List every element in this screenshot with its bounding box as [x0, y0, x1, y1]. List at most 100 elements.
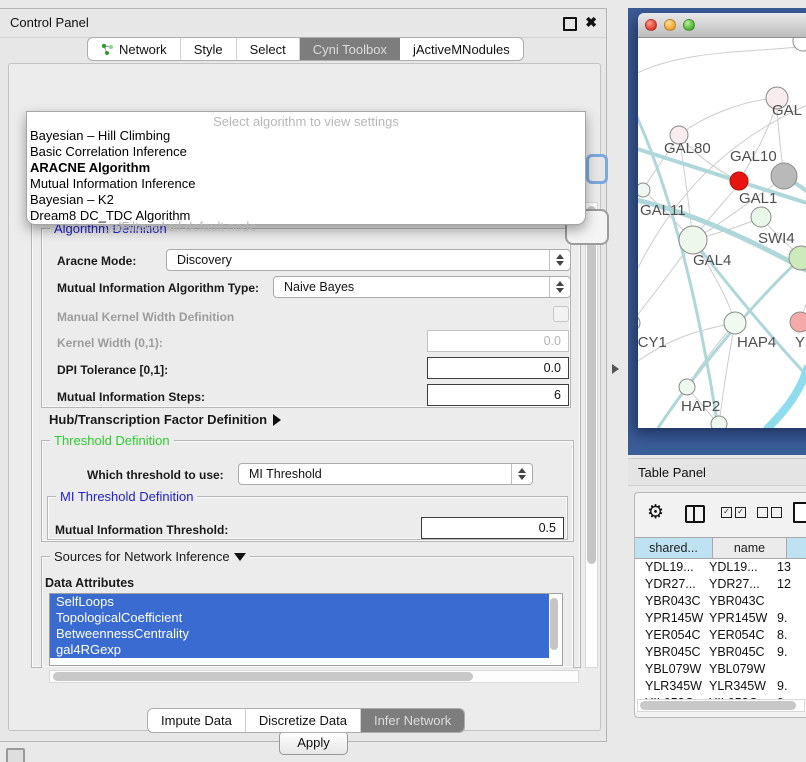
cell [771, 661, 806, 678]
algorithm-option-bayesian-k2[interactable]: Bayesian – K2 [30, 192, 114, 208]
node-hap4[interactable] [724, 312, 746, 334]
mi-steps-input[interactable]: 6 [427, 384, 569, 406]
which-threshold-select[interactable]: MI Threshold [238, 463, 533, 485]
hub-definition-label: Hub/Transcription Factor Definition [49, 412, 267, 427]
node-gal11[interactable] [638, 183, 650, 197]
mi-threshold-value: 0.5 [539, 521, 556, 535]
table-row[interactable]: YLR345W YLR345W 9. [635, 678, 806, 695]
column-header-third[interactable]: A [787, 538, 806, 558]
table-row[interactable]: YBL079W YBL079W [635, 661, 806, 678]
tab-style[interactable]: Style [181, 38, 237, 60]
tab-network-label: Network [119, 42, 167, 57]
cell: 8. [771, 627, 806, 644]
cell: YPR145W [635, 610, 703, 627]
attributes-list-scrollbar[interactable] [549, 595, 561, 665]
node-selected-red[interactable] [730, 172, 748, 190]
algorithm-dropdown-popup: Select algorithm to view settings Bayesi… [26, 111, 586, 225]
settings-vertical-scrollbar[interactable] [585, 202, 598, 668]
node-bottom[interactable] [711, 416, 727, 428]
list-item[interactable]: SelfLoops [50, 594, 549, 610]
tab-jactivemnodules[interactable]: jActiveMNodules [400, 38, 523, 60]
table-panel-header[interactable]: Table Panel [628, 458, 806, 486]
node-gal1[interactable] [751, 207, 771, 227]
aracne-mode-label: Aracne Mode: [57, 254, 136, 268]
cell: 9. [771, 610, 806, 627]
tab-impute-data-label: Impute Data [161, 713, 232, 728]
tab-network[interactable]: Network [88, 38, 181, 60]
apply-button[interactable]: Apply [279, 731, 348, 755]
data-attributes-list[interactable]: SelfLoops TopologicalCoefficient Between… [49, 593, 563, 666]
cell: YBL079W [703, 661, 771, 678]
close-icon[interactable]: ✖ [585, 14, 597, 31]
node-label: GAL11 [640, 202, 686, 219]
stepper-icon [549, 250, 570, 270]
algorithm-option-basic-correlation[interactable]: Basic Correlation Inference [30, 144, 187, 160]
deselect-all-icon[interactable] [757, 507, 782, 518]
cell: YBL079W [635, 661, 703, 678]
minimize-traffic-light-icon[interactable] [664, 19, 676, 31]
mi-steps-label: Mutual Information Steps: [57, 390, 205, 404]
manual-kernel-width-checkbox[interactable] [553, 306, 569, 322]
hub-definition-toggle[interactable]: Hub/Transcription Factor Definition [49, 412, 281, 427]
tab-discretize-data[interactable]: Discretize Data [246, 709, 361, 732]
algorithm-option-mutual-information[interactable]: Mutual Information Inference [30, 176, 195, 192]
table-row[interactable]: YBR045C YBR045C 9. [635, 644, 806, 661]
float-window-icon[interactable] [563, 17, 577, 31]
aracne-mode-value: Discovery [177, 253, 232, 267]
list-item[interactable]: gal4RGexp [50, 642, 549, 658]
tab-select[interactable]: Select [237, 38, 300, 60]
tab-infer-network[interactable]: Infer Network [361, 709, 464, 732]
node-gal4[interactable] [679, 226, 707, 254]
list-item[interactable]: BetweennessCentrality [50, 626, 549, 642]
sources-group-title[interactable]: Sources for Network Inference [50, 549, 250, 564]
table-row[interactable]: YDR27... YDR27... 12 [635, 576, 806, 593]
algorithm-option-bayesian-hill-climbing[interactable]: Bayesian – Hill Climbing [30, 128, 170, 144]
table-row[interactable]: YDL19... YDL19... 13 [635, 559, 806, 576]
select-all-icon[interactable]: ✓✓ [721, 507, 746, 518]
data-attributes-label: Data Attributes [45, 576, 134, 590]
table-row[interactable]: YBR043C YBR043C [635, 593, 806, 610]
algorithm-select-stepper-fragment[interactable] [586, 154, 608, 184]
algorithm-option-aracne[interactable]: ARACNE Algorithm [30, 160, 150, 176]
tab-impute-data[interactable]: Impute Data [148, 709, 246, 732]
gear-icon[interactable]: ⚙ [647, 501, 664, 523]
node-unlabeled[interactable] [793, 38, 806, 51]
panel-splitter-arrow[interactable] [612, 364, 619, 374]
node-gal10[interactable] [771, 163, 797, 189]
node-gcy1[interactable] [638, 315, 640, 331]
network-window-titlebar[interactable] [638, 13, 806, 38]
settings-horizontal-scrollbar[interactable] [49, 670, 579, 683]
kernel-width-input[interactable]: 0.0 [427, 330, 569, 352]
tab-cyni-toolbox[interactable]: Cyni Toolbox [300, 38, 400, 60]
cell: 9. [771, 678, 806, 695]
network-desktop: GAL GAL80 GAL10 GAL1 GAL11 GAL4 SWI4 GCY… [628, 8, 806, 455]
aracne-mode-select[interactable]: Discovery [166, 249, 571, 271]
docked-panel-icon[interactable] [6, 748, 25, 762]
mi-threshold-label: Mutual Information Threshold: [55, 523, 228, 537]
new-table-icon[interactable] [793, 502, 806, 523]
mi-threshold-definition-title: MI Threshold Definition [56, 489, 197, 504]
zoom-traffic-light-icon[interactable] [683, 19, 695, 31]
kernel-width-value: 0.0 [544, 334, 561, 348]
cell: YBR043C [703, 593, 771, 610]
control-panel-window: Control Panel ✖ Network Style Select Cyn… [0, 8, 607, 742]
network-canvas[interactable]: GAL GAL80 GAL10 GAL1 GAL11 GAL4 SWI4 GCY… [638, 38, 806, 428]
control-panel-titlebar[interactable]: Control Panel ✖ [0, 9, 606, 38]
mi-algorithm-type-select[interactable]: Naive Bayes [273, 276, 571, 298]
mi-threshold-input[interactable]: 0.5 [421, 517, 564, 539]
node-y[interactable] [790, 312, 806, 332]
tab-jactivemnodules-label: jActiveMNodules [413, 42, 510, 57]
node-label: GCY1 [638, 334, 667, 351]
network-view-window[interactable]: GAL GAL80 GAL10 GAL1 GAL11 GAL4 SWI4 GCY… [638, 13, 806, 428]
node-hap2[interactable] [679, 379, 695, 395]
column-header-name[interactable]: name [713, 538, 787, 558]
table-row[interactable]: YER054C YER054C 8. [635, 627, 806, 644]
table-horizontal-scrollbar[interactable] [637, 699, 805, 712]
table-panel-body: ⚙ ✓✓ shared... name A YDL19... YDL19... … [634, 492, 806, 718]
table-row[interactable]: YPR145W YPR145W 9. [635, 610, 806, 627]
dpi-tolerance-input[interactable]: 0.0 [427, 357, 569, 379]
split-columns-icon[interactable] [685, 505, 705, 523]
column-header-shared[interactable]: shared... [635, 538, 713, 558]
close-traffic-light-icon[interactable] [645, 19, 657, 31]
list-item[interactable]: TopologicalCoefficient [50, 610, 549, 626]
